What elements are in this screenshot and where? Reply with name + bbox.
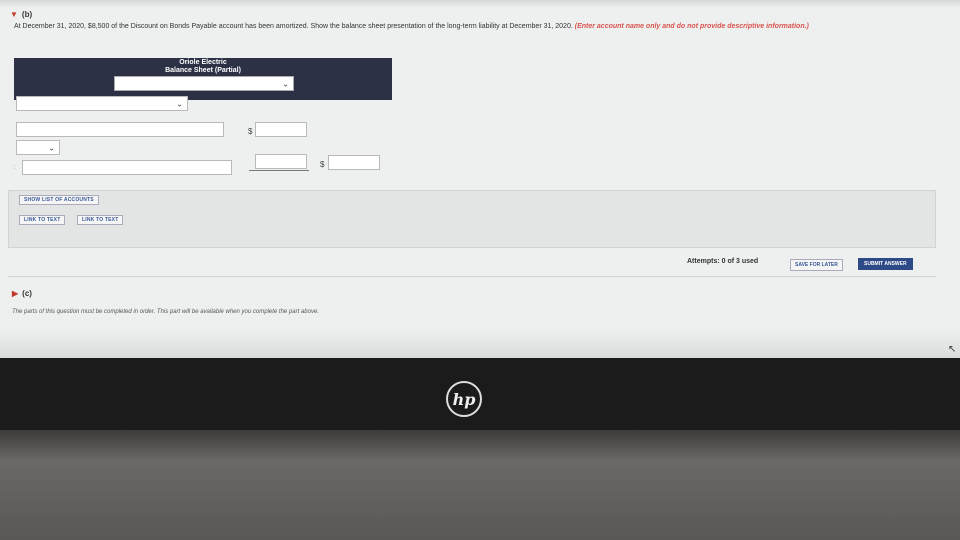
part-b-instruction: At December 31, 2020, $8,500 of the Disc… <box>14 22 934 31</box>
part-b-label: (b) <box>21 10 33 19</box>
statement-title: Balance Sheet (Partial) <box>165 67 241 74</box>
amount-input-1[interactable] <box>255 122 307 137</box>
chevron-down-icon: ⌄ <box>48 143 55 152</box>
dollar-sign-2: $ <box>320 160 325 169</box>
row-marker: : <box>14 165 16 171</box>
show-list-of-accounts-button[interactable]: SHOW LIST OF ACCOUNTS <box>19 195 99 205</box>
submit-answer-button[interactable]: SUBMIT ANSWER <box>858 258 913 270</box>
part-c-note: The parts of this question must be compl… <box>12 309 319 315</box>
section-divider <box>8 276 936 277</box>
less-add-select[interactable]: ⌄ <box>16 140 60 155</box>
triangle-down-icon: ▼ <box>10 10 18 19</box>
chevron-down-icon: ⌄ <box>176 99 183 108</box>
save-for-later-button[interactable]: SAVE FOR LATER <box>790 259 843 271</box>
laptop-hinge <box>0 430 960 460</box>
subtotal-line <box>249 170 309 171</box>
link-to-text-button-1[interactable]: LINK TO TEXT <box>19 215 66 225</box>
part-c-toggle[interactable]: ▶ (c) <box>12 289 32 298</box>
amount-input-2[interactable] <box>255 154 307 169</box>
tools-bar: SHOW LIST OF ACCOUNTS LINK TO TEXT LINK … <box>8 190 936 248</box>
screen-top-shade <box>0 0 960 8</box>
hp-logo: hp <box>446 381 482 417</box>
account-name-input-2[interactable] <box>22 160 232 175</box>
total-input[interactable] <box>328 155 380 170</box>
dollar-sign-1: $ <box>248 127 253 136</box>
screen-bottom-shade <box>0 330 960 358</box>
section-select[interactable]: ⌄ <box>16 96 188 111</box>
balance-sheet-header: Oriole Electric Balance Sheet (Partial) … <box>14 58 392 100</box>
account-name-input-1[interactable] <box>16 122 224 137</box>
chevron-down-icon: ⌄ <box>282 79 289 88</box>
laptop-base <box>0 460 960 540</box>
link-to-text-button-2[interactable]: LINK TO TEXT <box>77 215 124 225</box>
part-b-toggle[interactable]: ▼ (b) <box>10 10 32 19</box>
browser-screen: ▼ (b) At December 31, 2020, $8,500 of th… <box>0 0 960 358</box>
instruction-note: (Enter account name only and do not prov… <box>574 23 809 30</box>
cursor-icon: ↖ <box>948 344 957 355</box>
company-name: Oriole Electric <box>179 59 227 66</box>
attempts-counter: Attempts: 0 of 3 used <box>687 258 759 265</box>
triangle-right-icon: ▶ <box>12 289 19 298</box>
date-select[interactable]: ⌄ <box>114 76 294 91</box>
part-c-label: (c) <box>22 289 32 298</box>
instruction-text: At December 31, 2020, $8,500 of the Disc… <box>14 23 573 30</box>
